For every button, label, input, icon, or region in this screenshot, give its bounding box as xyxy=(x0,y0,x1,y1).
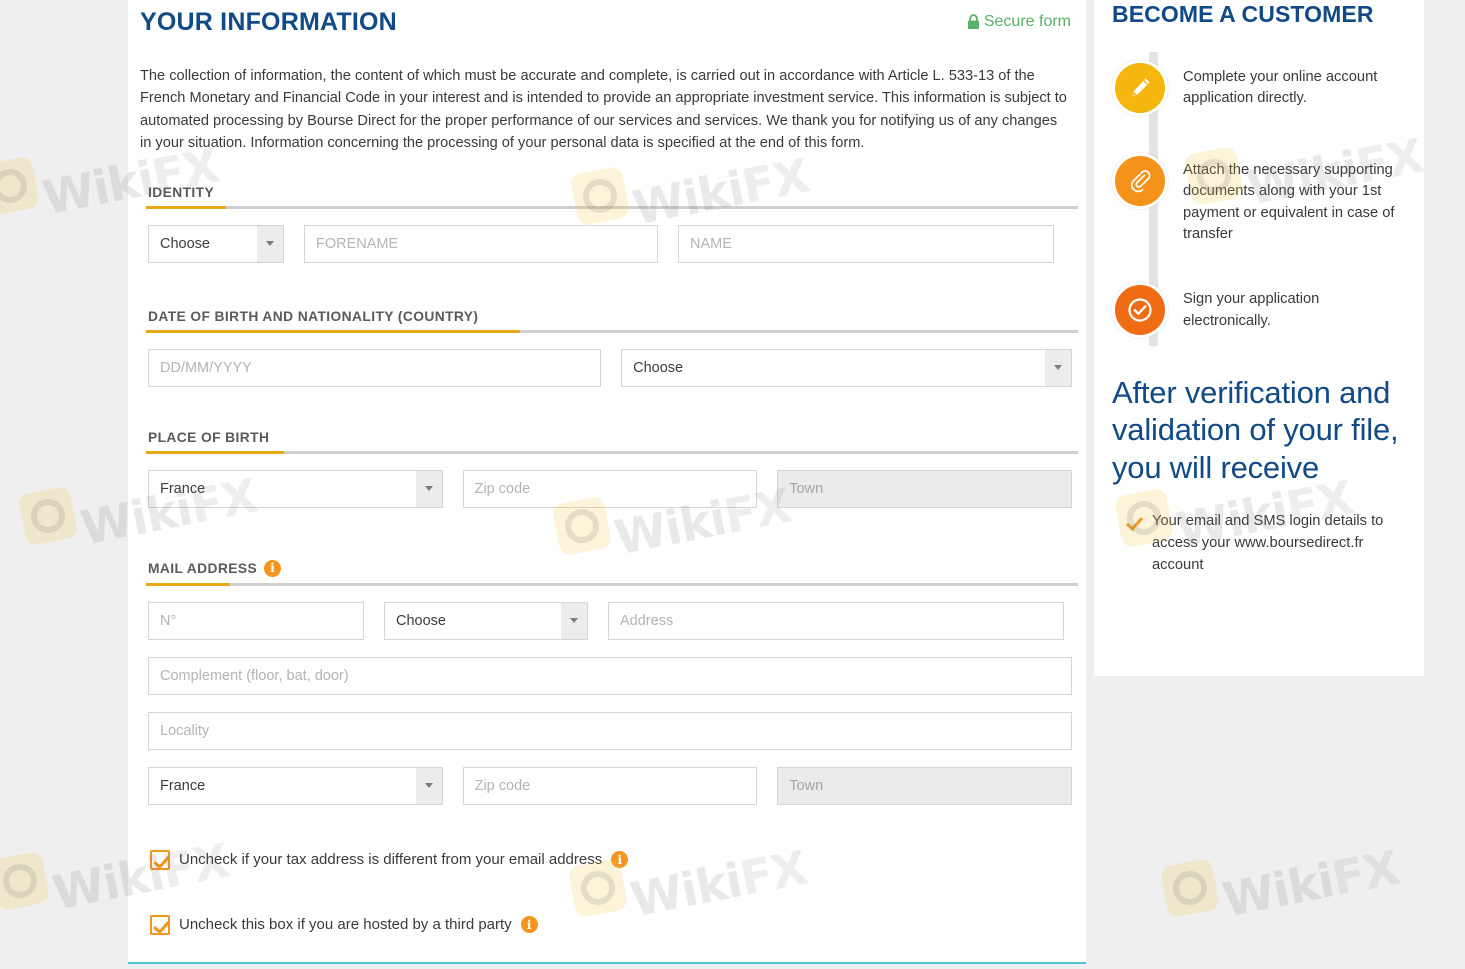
birth-country-select-value: France xyxy=(160,480,206,497)
steps-timeline: Complete your online account application… xyxy=(1112,51,1406,347)
chevron-down-icon[interactable] xyxy=(1045,349,1071,386)
watermark-logo xyxy=(1159,857,1221,919)
civility-select-value: Choose xyxy=(160,235,210,252)
locality-input[interactable] xyxy=(148,711,1072,750)
section-birth-title: DATE OF BIRTH AND NATIONALITY (COUNTRY) xyxy=(148,308,479,324)
watermark-logo xyxy=(0,155,41,217)
birth-country-select[interactable]: France xyxy=(148,469,443,508)
lock-icon xyxy=(967,14,980,30)
chevron-down-icon[interactable] xyxy=(415,470,442,507)
become-a-customer-panel: BECOME A CUSTOMER Complete your online a… xyxy=(1094,0,1424,676)
section-identity: IDENTITY Choose xyxy=(140,185,1078,263)
section-birth-header: DATE OF BIRTH AND NATIONALITY (COUNTRY) xyxy=(140,309,1072,330)
info-icon[interactable]: i xyxy=(264,559,282,577)
section-mail-address-title: MAIL ADDRESS xyxy=(148,560,258,576)
tax-address-checkbox-row[interactable]: Uncheck if your tax address is different… xyxy=(140,849,1072,870)
chevron-down-icon[interactable] xyxy=(257,225,283,262)
address-zip-input[interactable] xyxy=(462,766,758,805)
street-type-select[interactable]: Choose xyxy=(384,601,588,640)
third-party-checkbox-row[interactable]: Uncheck this box if you are hosted by a … xyxy=(140,914,1072,935)
birth-zip-input[interactable] xyxy=(462,469,758,508)
section-place-of-birth-title: PLACE OF BIRTH xyxy=(148,429,270,445)
tax-address-checkbox[interactable] xyxy=(150,849,170,870)
mail-address-row-4: France xyxy=(140,766,1072,805)
mail-address-row-3 xyxy=(140,711,1072,750)
section-birth: DATE OF BIRTH AND NATIONALITY (COUNTRY) … xyxy=(140,309,1078,387)
street-number-input[interactable] xyxy=(148,601,364,640)
after-verification-heading: After verification and validation of you… xyxy=(1112,375,1399,485)
section-place-of-birth: PLACE OF BIRTH France xyxy=(140,430,1078,508)
civility-select[interactable]: Choose xyxy=(148,224,284,263)
bullet-item-1-text: Your email and SMS login details to acce… xyxy=(1152,512,1384,573)
chevron-down-icon[interactable] xyxy=(561,602,587,639)
page-title: YOUR INFORMATION xyxy=(140,8,397,36)
main-form-card: YOUR INFORMATION Secure form The collect… xyxy=(128,0,1086,962)
address-country-select-value: France xyxy=(160,777,206,794)
address-country-select[interactable]: France xyxy=(148,766,443,805)
section-mail-address-rule xyxy=(146,582,1078,586)
watermark-text: WikiFX xyxy=(1218,840,1404,929)
step-item-2: Attach the necessary supporting document… xyxy=(1112,153,1406,245)
check-circle-icon xyxy=(1112,282,1168,339)
form-header: YOUR INFORMATION Secure form xyxy=(140,0,1072,37)
secure-form-label: Secure form xyxy=(983,13,1071,30)
chevron-down-icon[interactable] xyxy=(415,767,442,804)
tax-address-checkbox-label: Uncheck if your tax address is different… xyxy=(179,851,603,869)
step-item-3: Sign your application electronically. xyxy=(1112,282,1406,339)
date-of-birth-input[interactable] xyxy=(148,348,602,387)
section-place-of-birth-header: PLACE OF BIRTH xyxy=(140,430,1072,451)
info-icon[interactable]: i xyxy=(611,851,629,869)
watermark-logo xyxy=(17,485,79,547)
intro-paragraph: The collection of information, the conte… xyxy=(140,67,1067,152)
address-town-input xyxy=(777,766,1072,805)
paperclip-icon xyxy=(1112,153,1168,209)
step-item-3-text: Sign your application electronically. xyxy=(1183,291,1320,329)
check-icon xyxy=(1126,514,1142,530)
third-party-checkbox[interactable] xyxy=(150,914,170,935)
bottom-accent-rule xyxy=(128,962,1086,964)
step-item-2-text: Attach the necessary supporting document… xyxy=(1183,162,1395,242)
nationality-select-value: Choose xyxy=(633,359,684,376)
section-identity-header: IDENTITY xyxy=(140,185,1072,206)
secure-form-badge: Secure form xyxy=(967,9,1072,31)
birth-fields-row: Choose xyxy=(140,348,1072,387)
identity-fields-row: Choose xyxy=(140,224,1072,263)
mail-address-row-2 xyxy=(140,656,1072,695)
watermark-logo xyxy=(0,850,51,912)
street-type-select-value: Choose xyxy=(396,612,446,629)
nationality-select[interactable]: Choose xyxy=(621,348,1072,387)
name-input[interactable] xyxy=(678,224,1054,263)
section-birth-rule xyxy=(146,329,1078,333)
third-party-checkbox-label: Uncheck this box if you are hosted by a … xyxy=(179,916,512,934)
step-item-1-text: Complete your online account application… xyxy=(1183,69,1378,107)
sidebar-title: BECOME A CUSTOMER xyxy=(1112,1,1374,27)
section-identity-rule xyxy=(146,205,1078,209)
address-input[interactable] xyxy=(608,601,1064,640)
pencil-icon xyxy=(1112,60,1168,116)
bullet-item-1: Your email and SMS login details to acce… xyxy=(1112,510,1406,576)
complement-input[interactable] xyxy=(148,656,1072,695)
place-of-birth-fields-row: France xyxy=(140,469,1072,508)
mail-address-row-1: Choose xyxy=(140,601,1072,640)
birth-town-input xyxy=(777,469,1072,508)
forename-input[interactable] xyxy=(304,224,658,263)
step-item-1: Complete your online account application… xyxy=(1112,60,1406,116)
section-mail-address: MAIL ADDRESS i Choose Fran xyxy=(140,559,1078,805)
info-icon[interactable]: i xyxy=(520,916,538,934)
section-mail-address-header: MAIL ADDRESS i xyxy=(140,559,1072,583)
section-place-of-birth-rule xyxy=(146,450,1078,454)
section-identity-title: IDENTITY xyxy=(148,184,215,200)
